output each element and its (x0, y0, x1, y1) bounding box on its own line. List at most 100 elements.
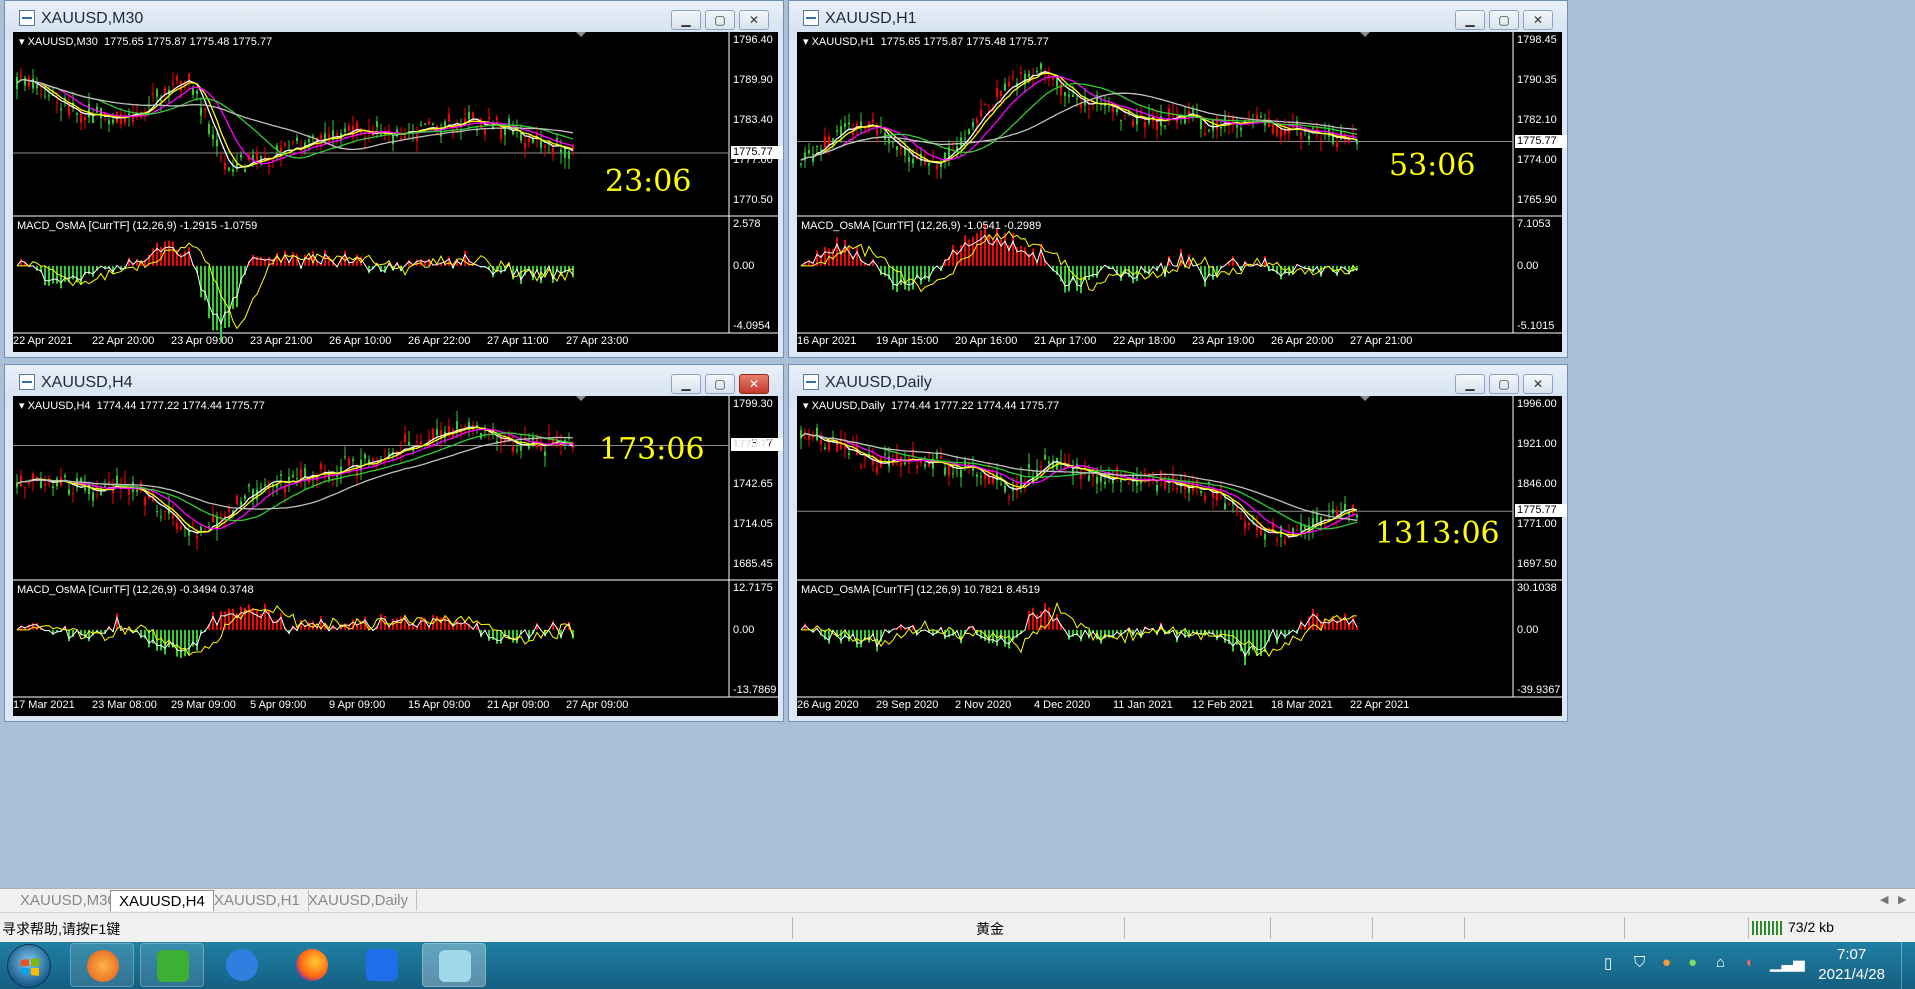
wechat-tray-icon[interactable]: ● (1688, 954, 1697, 971)
chart-window-h4[interactable]: XAUUSD,H4 ▁ ▢ ✕ XAUUSD,H4 1774.44 1777.2… (4, 364, 784, 722)
chart-window-daily[interactable]: XAUUSD,Daily ▁ ▢ ✕ XAUUSD,Daily 1774.44 … (788, 364, 1568, 722)
macd-histogram-bar (1344, 613, 1346, 630)
volume-muted-icon[interactable]: ◖ (1744, 954, 1753, 971)
macd-histogram-bar (912, 265, 914, 290)
maximize-button[interactable]: ▢ (705, 10, 735, 30)
taskbar-firefox[interactable] (280, 943, 344, 987)
ma-magenta-line (800, 75, 1358, 161)
usb-icon[interactable]: ▯ (1604, 954, 1612, 972)
taskbar-app-launcher[interactable] (70, 943, 134, 987)
maximize-button[interactable]: ▢ (1489, 374, 1519, 394)
minimize-button[interactable]: ▁ (671, 374, 701, 394)
candle-body (420, 441, 422, 445)
candle-body (1296, 530, 1298, 532)
close-button[interactable]: ✕ (1523, 374, 1553, 394)
close-button[interactable]: ✕ (739, 374, 769, 394)
tab-xauusd-daily[interactable]: XAUUSD,Daily (300, 890, 418, 911)
maximize-button[interactable]: ▢ (1489, 10, 1519, 30)
clock-date: 2021/4/28 (1818, 966, 1885, 983)
minimize-button[interactable]: ▁ (671, 10, 701, 30)
system-clock[interactable]: 7:07 2021/4/28 (1818, 945, 1885, 985)
candle-body (1020, 71, 1022, 74)
macd-tick-label: 2.578 (733, 218, 761, 230)
candle-body (348, 458, 350, 466)
chart-window-m30[interactable]: XAUUSD,M30 ▁ ▢ ✕ XAUUSD,M30 1775.65 1775… (4, 0, 784, 358)
candle-body (1240, 127, 1242, 131)
price-chart[interactable]: XAUUSD,Daily 1774.44 1777.22 1774.44 177… (797, 396, 1567, 716)
candle-body (548, 433, 550, 435)
candle-body (976, 118, 978, 123)
macd-histogram-bar (1276, 629, 1278, 644)
candle-body (84, 117, 86, 120)
tab-scroll-left-icon[interactable]: ◀ (1880, 893, 1888, 906)
show-desktop-button[interactable] (1901, 942, 1915, 989)
candle-body (192, 523, 194, 525)
candle-body (1104, 481, 1106, 485)
window-title: XAUUSD,M30 (41, 10, 144, 27)
price-tick-label: 1714.05 (733, 518, 773, 530)
candle-body (944, 467, 946, 475)
candle-body (1188, 488, 1190, 493)
network-icon[interactable]: ⌂ (1716, 954, 1725, 971)
candle-body (1088, 475, 1090, 481)
candle-body (384, 138, 386, 140)
candle-body (1056, 78, 1058, 87)
macd-histogram-bar (280, 613, 282, 630)
taskbar-wechat[interactable] (140, 943, 204, 987)
candle-body (72, 493, 74, 495)
candle-body (120, 113, 122, 125)
close-button[interactable]: ✕ (1523, 10, 1553, 30)
close-button[interactable]: ✕ (739, 10, 769, 30)
candle-body (872, 119, 874, 122)
help-hint: 寻求帮助,请按F1键 (2, 921, 121, 937)
candle-body (44, 484, 46, 486)
candle-body (512, 446, 514, 452)
macd-histogram-bar (992, 629, 994, 644)
tab-xauusd-m30[interactable]: XAUUSD,M30 (12, 890, 125, 911)
candle-body (840, 440, 842, 450)
candle-body (164, 510, 166, 512)
price-chart[interactable]: XAUUSD,H4 1774.44 1777.22 1774.44 1775.7… (13, 396, 783, 716)
minimize-button[interactable]: ▁ (1455, 10, 1485, 30)
app-tray-icon[interactable]: ● (1662, 954, 1671, 971)
candle-body (1000, 91, 1002, 96)
candle-body (1224, 503, 1226, 510)
time-axis-label: 22 Apr 2021 (13, 335, 73, 347)
candle-body (1000, 484, 1002, 486)
tab-xauusd-h1[interactable]: XAUUSD,H1 (206, 890, 309, 911)
profile-name[interactable]: 黄金 (976, 919, 1004, 939)
tab-scroll-right-icon[interactable]: ▶ (1898, 893, 1906, 906)
candle-body (1280, 129, 1282, 138)
maximize-button[interactable]: ▢ (705, 374, 735, 394)
candle-body (904, 462, 906, 465)
macd-histogram-bar (932, 629, 934, 637)
candle-body (1240, 518, 1242, 520)
taskbar-metatrader[interactable] (422, 943, 486, 987)
time-axis-label: 11 Jan 2021 (1113, 699, 1173, 711)
candle-body (1144, 122, 1146, 128)
candle-body (960, 469, 962, 478)
chart-window-h1[interactable]: XAUUSD,H1 ▁ ▢ ✕ XAUUSD,H1 1775.65 1775.8… (788, 0, 1568, 358)
macd-histogram-bar (232, 265, 234, 310)
taskbar-writing-app[interactable] (210, 943, 274, 987)
tab-xauusd-h4[interactable]: XAUUSD,H4 (110, 890, 214, 911)
macd-histogram-bar (900, 623, 902, 630)
price-chart[interactable]: XAUUSD,M30 1775.65 1775.87 1775.48 1775.… (13, 32, 783, 352)
price-chart[interactable]: XAUUSD,H1 1775.65 1775.87 1775.48 1775.7… (797, 32, 1567, 352)
signal-icon[interactable]: ▁▃▅ (1770, 954, 1805, 972)
taskbar-tencent-meeting[interactable] (350, 943, 414, 987)
macd-indicator-label: MACD_OsMA [CurrTF] (12,26,9) -1.2915 -1.… (17, 220, 258, 232)
macd-histogram-bar (1284, 629, 1286, 639)
macd-histogram-bar (180, 629, 182, 659)
minimize-button[interactable]: ▁ (1455, 374, 1485, 394)
start-button[interactable] (7, 944, 51, 988)
time-axis-label: 5 Apr 09:00 (250, 699, 307, 711)
candle-body (1276, 539, 1278, 542)
macd-histogram-bar (80, 265, 82, 285)
security-shield-icon[interactable]: ⛉ (1634, 954, 1645, 971)
time-axis-label: 22 Apr 2021 (1350, 699, 1410, 711)
price-tick-label: 1783.40 (733, 114, 773, 126)
candle-body (556, 438, 558, 440)
candle-body (244, 495, 246, 500)
macd-histogram-bar (1092, 265, 1094, 278)
